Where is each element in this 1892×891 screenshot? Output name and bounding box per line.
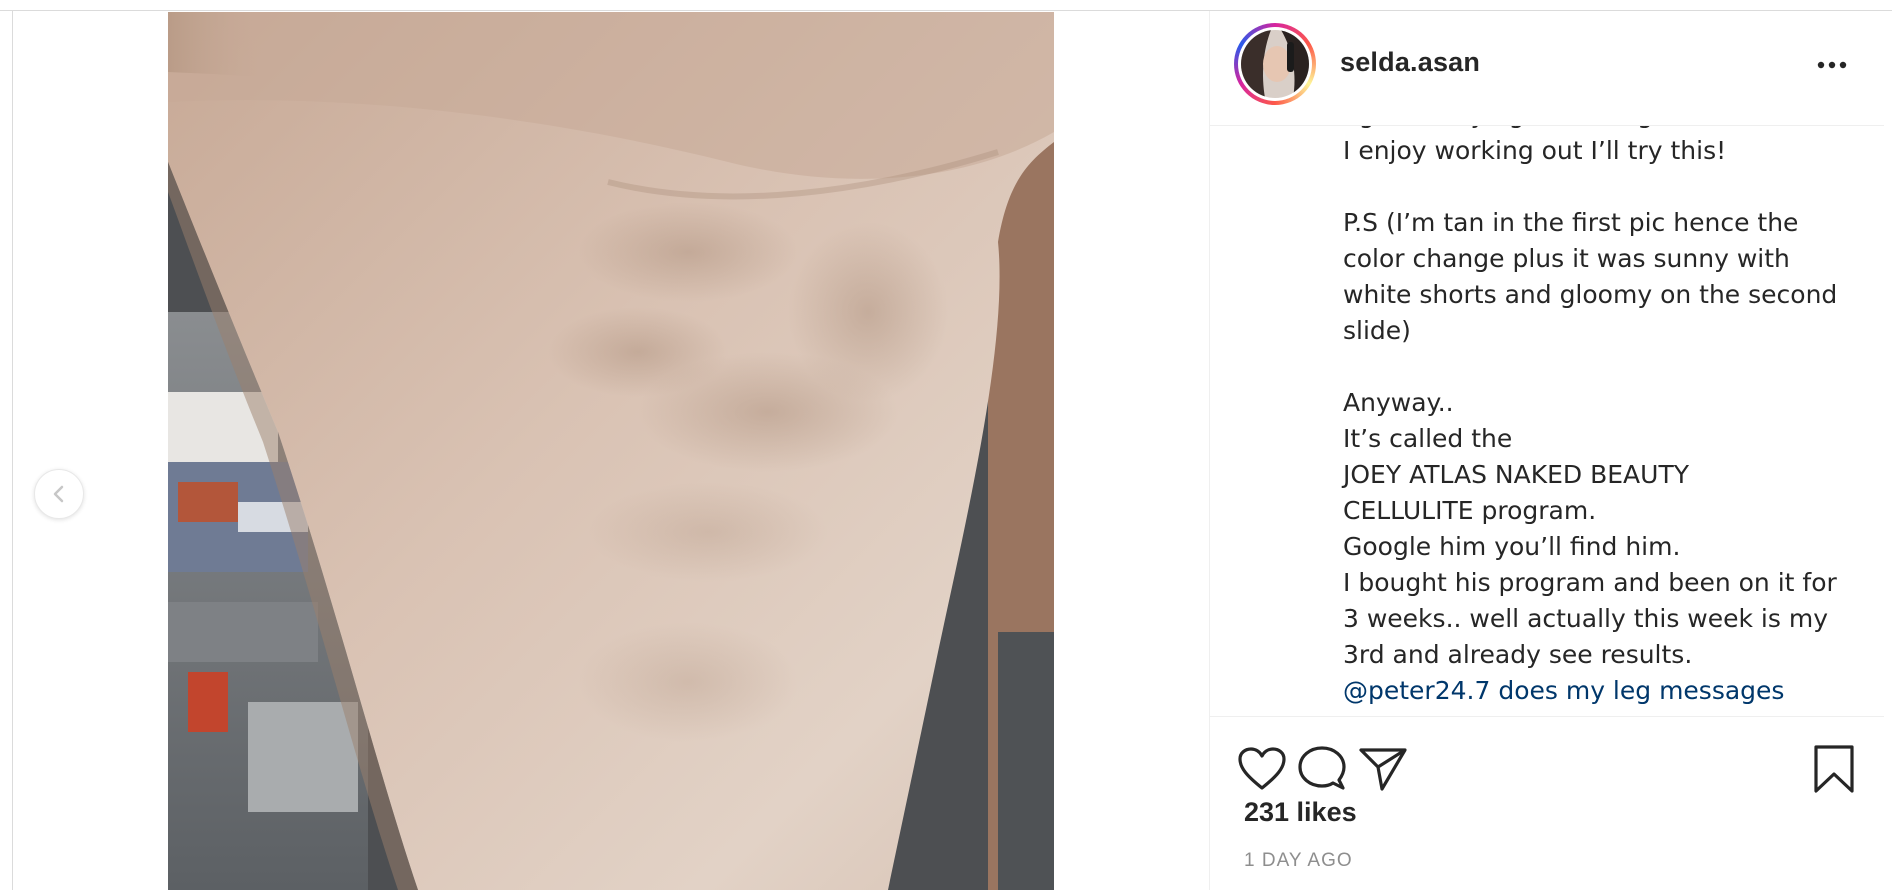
caption-line: white shorts and gloomy on the second: [1343, 280, 1838, 309]
caption-line: Anyway..: [1343, 388, 1454, 417]
post-actions: 231 likes 1 DAY AGO: [1210, 716, 1884, 891]
post-side-panel: selda.asan figured hey I got nothing to …: [1209, 11, 1884, 891]
post-photo[interactable]: [168, 12, 1054, 890]
caption-mention-link[interactable]: @peter24.7 does my leg messages: [1343, 673, 1873, 709]
bookmark-icon: [1814, 745, 1854, 793]
heart-icon: [1238, 747, 1286, 790]
caption-line: color change plus it was sunny with: [1343, 244, 1790, 273]
comments-scroll-area[interactable]: figured hey I got nothing to loose since…: [1210, 115, 1884, 716]
caption-line: [1343, 349, 1873, 385]
caption-line: 3rd and already see results.: [1343, 640, 1693, 669]
caption-line: [1343, 169, 1873, 205]
chevron-left-icon: [53, 485, 64, 503]
post-caption: figured hey I got nothing to loose since…: [1343, 115, 1873, 709]
share-button[interactable]: [1357, 743, 1409, 795]
more-horizontal-icon: [1817, 61, 1847, 69]
comment-icon: [1298, 746, 1346, 790]
caption-line: CELLULITE program.: [1343, 496, 1597, 525]
post-header: selda.asan: [1210, 11, 1884, 126]
caption-line: I enjoy working out I’ll try this!: [1343, 136, 1727, 165]
avatar[interactable]: [1234, 23, 1316, 105]
previous-slide-button[interactable]: [34, 469, 84, 519]
save-button[interactable]: [1808, 743, 1860, 795]
avatar-image: [1241, 30, 1309, 98]
more-options-button[interactable]: [1812, 51, 1852, 79]
post-timestamp[interactable]: 1 DAY AGO: [1244, 850, 1353, 872]
post-modal: selda.asan figured hey I got nothing to …: [0, 0, 1892, 891]
caption-line: I bought his program and been on it for: [1343, 568, 1837, 597]
caption-line: It’s called the: [1343, 424, 1513, 453]
paper-plane-icon: [1359, 748, 1407, 791]
comment-button[interactable]: [1296, 743, 1348, 795]
caption-line: slide): [1343, 316, 1411, 345]
username-link[interactable]: selda.asan: [1340, 47, 1480, 78]
caption-line: P.S (I’m tan in the first pic hence the: [1343, 208, 1799, 237]
caption-line: Google him you’ll find him.: [1343, 532, 1681, 561]
caption-line: JOEY ATLAS NAKED BEAUTY: [1343, 460, 1689, 489]
caption-line: 3 weeks.. well actually this week is my: [1343, 604, 1828, 633]
like-button[interactable]: [1236, 743, 1288, 795]
likes-count[interactable]: 231 likes: [1244, 797, 1357, 828]
